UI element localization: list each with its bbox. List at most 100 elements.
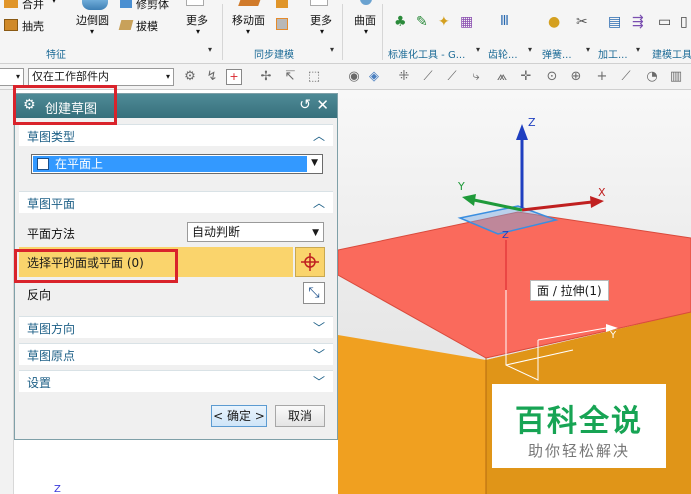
plane-method-select[interactable]: 自动判断 ▼: [187, 222, 324, 242]
line-icon-2[interactable]: ⟋: [444, 69, 460, 85]
edge-blend-button[interactable]: 边倒圆: [76, 12, 109, 28]
sketch-type-text: 在平面上: [55, 157, 104, 171]
edge-blend-dropdown-arrow[interactable]: ▾: [90, 27, 94, 36]
sync-group-arrow[interactable]: ▾: [330, 45, 334, 54]
snap-icon-7[interactable]: ▥: [668, 69, 684, 85]
reverse-arrows-icon: ⤡: [308, 285, 320, 301]
curve-icon[interactable]: ⤷: [468, 69, 484, 85]
std-tool-icon-11[interactable]: ▯: [680, 14, 691, 30]
chevron-down-icon[interactable]: ﹀: [313, 373, 325, 390]
plane-sketch-icon: [37, 158, 49, 170]
machining-group-label: 加工...: [598, 50, 628, 61]
quadrant-icon[interactable]: ⊕: [568, 69, 584, 85]
snap-icon-1[interactable]: ⚙: [182, 69, 198, 85]
std-tool-icon-8[interactable]: ▤: [608, 14, 622, 30]
standard-tools-group-arrow[interactable]: ▾: [476, 45, 480, 54]
line-icon-3[interactable]: ⟋: [618, 69, 634, 85]
rect-select-icon[interactable]: ⬚: [306, 69, 322, 85]
surface-dropdown-arrow[interactable]: ▾: [364, 27, 368, 36]
intersect-icon[interactable]: ✛: [518, 69, 534, 85]
chevron-down-icon: ▼: [311, 158, 318, 168]
move-face-button[interactable]: 移动面: [232, 12, 265, 28]
std-tool-icon-6[interactable]: ●: [548, 14, 562, 30]
line-icon-1[interactable]: ⟋: [420, 69, 436, 85]
snap-icon-3[interactable]: ✢: [258, 69, 274, 85]
section-sketch-origin[interactable]: 草图原点 ﹀: [19, 343, 333, 365]
bottom-z-label: Z: [54, 484, 61, 494]
std-tool-icon-5[interactable]: Ⅲ: [500, 14, 514, 29]
type-filter-select[interactable]: ▾: [0, 68, 24, 86]
chevron-up-icon[interactable]: ︿: [313, 194, 325, 211]
close-icon[interactable]: ✕: [316, 96, 329, 114]
circle-center-icon[interactable]: ⊙: [544, 69, 560, 85]
cancel-button[interactable]: 取消: [275, 405, 325, 427]
section-sketch-type[interactable]: 草图类型 ︿: [19, 124, 333, 146]
cube-icon[interactable]: ◈: [366, 69, 382, 85]
std-tool-icon-3[interactable]: ✦: [438, 14, 452, 30]
sphere-icon[interactable]: ◉: [346, 69, 362, 85]
plus-icon[interactable]: +: [594, 69, 610, 85]
move-face-dropdown-arrow[interactable]: ▾: [246, 27, 250, 36]
sketch-type-select[interactable]: 在平面上 ▼: [31, 154, 323, 174]
ok-button[interactable]: < 确定 >: [211, 405, 267, 427]
spring-group-label: 弹簧...: [542, 50, 572, 61]
reverse-direction-button[interactable]: ⤡: [303, 282, 325, 304]
y-axis-label: Y: [458, 180, 465, 193]
spring-group-arrow[interactable]: ▾: [586, 45, 590, 54]
chevron-down-icon[interactable]: ﹀: [313, 346, 325, 363]
surface-icon: [360, 0, 372, 5]
more2-dropdown-arrow[interactable]: ▾: [320, 27, 324, 36]
move-face-icon: [238, 0, 262, 6]
section-settings[interactable]: 设置 ﹀: [19, 370, 333, 392]
more-button[interactable]: 更多: [186, 12, 208, 28]
separator: [222, 4, 223, 60]
merge-dropdown-arrow[interactable]: ▾: [52, 0, 56, 5]
separator: [342, 4, 343, 60]
std-tool-icon-1[interactable]: ♣: [394, 14, 408, 30]
machining-group-arrow[interactable]: ▾: [636, 45, 640, 54]
more2-box-icon: [310, 0, 328, 6]
select-face-button[interactable]: [295, 247, 325, 277]
std-tool-icon-2[interactable]: ✎: [416, 14, 430, 30]
merge-button[interactable]: 合并: [22, 0, 44, 12]
gear-group-arrow[interactable]: ▾: [528, 45, 532, 54]
x-axis-label: X: [598, 186, 606, 199]
scope-filter-select[interactable]: 仅在工作部件内 ▾: [28, 68, 174, 86]
reset-icon[interactable]: ↺: [299, 97, 311, 113]
separator: [382, 4, 383, 60]
watermark: 百科全说 助你轻松解决: [492, 384, 666, 468]
snap-icon-5[interactable]: ⁜: [396, 69, 412, 85]
section-sketch-direction-label: 草图方向: [27, 322, 76, 336]
std-tool-icon-7[interactable]: ✂: [576, 14, 590, 30]
crosshair-icon: [301, 253, 319, 271]
add-point-icon[interactable]: +: [226, 69, 242, 85]
surface-button[interactable]: 曲面: [354, 12, 376, 28]
gear-group-label: 齿轮...: [488, 50, 518, 61]
shell-icon: [4, 19, 18, 31]
trim-body-button[interactable]: 修剪体: [136, 0, 169, 12]
snap-icon-6[interactable]: ◔: [644, 69, 660, 85]
chevron-down-icon: ▼: [312, 228, 319, 238]
title-highlight-box: [13, 85, 117, 125]
std-tool-icon-4[interactable]: ▦: [460, 14, 474, 30]
ribbon: 合并 ▾ 抽壳 边倒圆 ▾ 修剪体 拔模 更多 ▾ 特征 ▾ 移动面 ▾ 更多 …: [0, 0, 691, 64]
chevron-down-icon[interactable]: ﹀: [313, 319, 325, 336]
draft-icon: [118, 20, 134, 30]
feature-group-arrow[interactable]: ▾: [208, 45, 212, 54]
std-tool-icon-10[interactable]: ▭: [658, 14, 672, 30]
tangent-icon[interactable]: ⩕: [494, 69, 510, 85]
more2-button[interactable]: 更多: [310, 12, 332, 28]
draft-button[interactable]: 拔模: [136, 18, 158, 34]
chevron-up-icon[interactable]: ︿: [313, 127, 325, 144]
chevron-down-icon: ▾: [165, 72, 170, 81]
shell-button[interactable]: 抽壳: [22, 18, 44, 34]
more-dropdown-arrow[interactable]: ▾: [196, 27, 200, 36]
snap-icon-4[interactable]: ↸: [282, 69, 298, 85]
snap-icon-2[interactable]: ↯: [204, 69, 220, 85]
section-sketch-direction[interactable]: 草图方向 ﹀: [19, 316, 333, 338]
z-axis-label: Z: [528, 116, 536, 129]
section-sketch-plane[interactable]: 草图平面 ︿: [19, 191, 333, 213]
merge-icon: [4, 0, 18, 8]
section-sketch-plane-label: 草图平面: [27, 197, 76, 211]
std-tool-icon-9[interactable]: ⇶: [632, 14, 646, 30]
